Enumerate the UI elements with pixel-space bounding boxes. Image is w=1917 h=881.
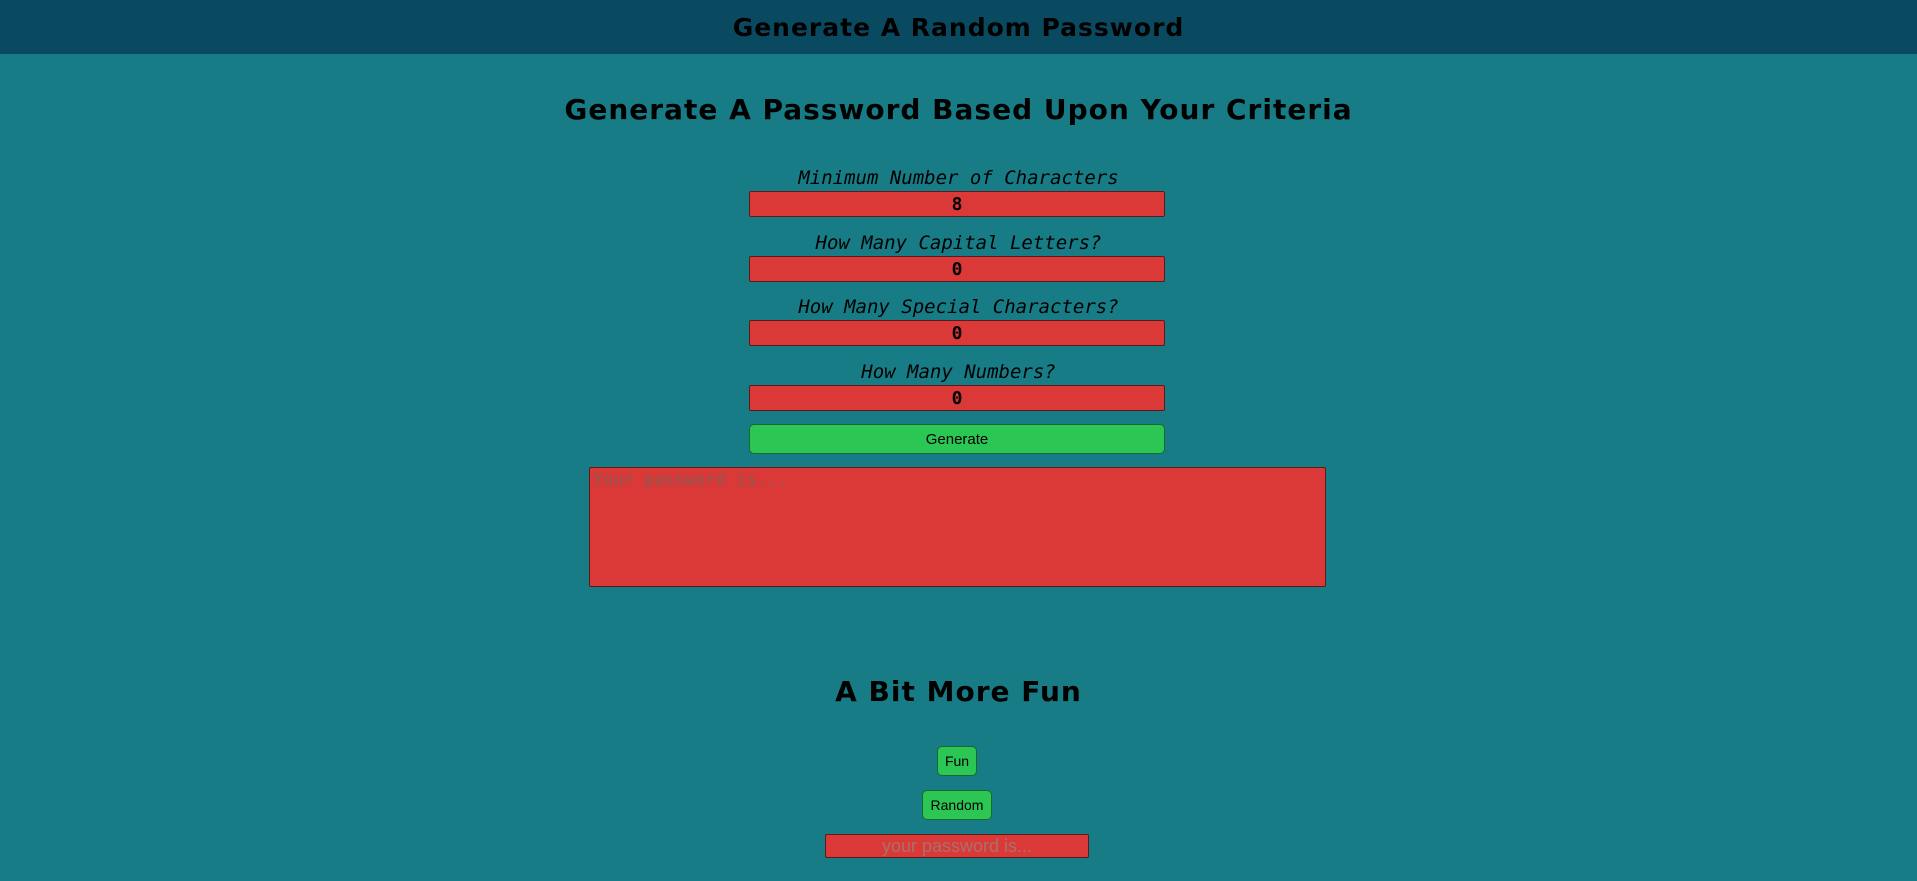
special-characters-label: How Many Special Characters? xyxy=(798,296,1119,318)
header-bar: Generate A Random Password xyxy=(0,0,1917,54)
fun-section-heading: A Bit More Fun xyxy=(835,675,1082,708)
numbers-input[interactable] xyxy=(749,385,1165,411)
special-characters-input[interactable] xyxy=(749,320,1165,346)
capital-letters-label: How Many Capital Letters? xyxy=(815,232,1102,254)
random-button[interactable]: Random xyxy=(922,790,992,820)
min-characters-input[interactable] xyxy=(749,191,1165,217)
password-output[interactable] xyxy=(589,467,1326,587)
fun-button[interactable]: Fun xyxy=(937,746,977,776)
page-title: Generate A Password Based Upon Your Crit… xyxy=(564,93,1353,126)
capital-letters-input[interactable] xyxy=(749,256,1165,282)
generate-button[interactable]: Generate xyxy=(749,424,1165,454)
numbers-label: How Many Numbers? xyxy=(861,361,1056,383)
min-characters-label: Minimum Number of Characters xyxy=(798,167,1119,189)
app-title: Generate A Random Password xyxy=(732,12,1185,42)
fun-password-output[interactable] xyxy=(825,834,1089,858)
